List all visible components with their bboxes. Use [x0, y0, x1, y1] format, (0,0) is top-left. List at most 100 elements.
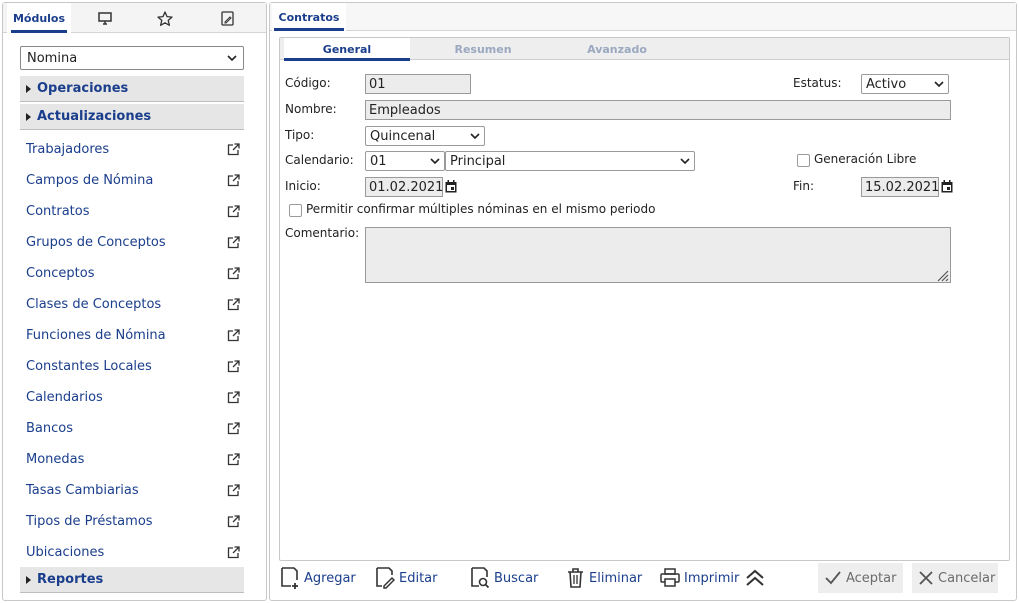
sidebar-item-label: Contratos — [26, 203, 90, 219]
generacion-libre-checkbox[interactable] — [797, 154, 810, 167]
cancelar-button[interactable]: Cancelar — [912, 563, 998, 593]
sidebar-item-monedas[interactable]: Monedas — [26, 448, 240, 470]
buscar-label: Buscar — [494, 570, 539, 586]
external-link-icon[interactable] — [227, 390, 240, 404]
sidebar-item-contratos[interactable]: Contratos — [26, 200, 240, 222]
check-icon — [824, 570, 842, 586]
imprimir-label: Imprimir — [684, 570, 740, 586]
right-tab-bar: Contratos — [270, 3, 1016, 31]
sidebar-item-label: Constantes Locales — [26, 358, 152, 374]
agregar-button[interactable]: Agregar — [280, 563, 356, 593]
external-link-icon[interactable] — [227, 359, 240, 373]
external-link-icon[interactable] — [227, 452, 240, 466]
subtab-resumen[interactable]: Resumen — [420, 38, 546, 60]
caret-right-icon — [26, 575, 31, 584]
sidebar-item-conceptos[interactable]: Conceptos — [26, 262, 240, 284]
trash-icon — [566, 567, 585, 589]
edit-document-icon — [375, 566, 395, 590]
tab-contratos-label: Contratos — [278, 10, 340, 24]
aceptar-button[interactable]: Aceptar — [818, 563, 903, 593]
fin-label: Fin: — [793, 179, 815, 193]
subtab-avanzado[interactable]: Avanzado — [554, 38, 680, 60]
group-reportes[interactable]: Reportes — [20, 567, 244, 593]
buscar-button[interactable]: Buscar — [470, 563, 538, 593]
group-operaciones-label: Operaciones — [37, 81, 129, 96]
sidebar-item-label: Grupos de Conceptos — [26, 234, 166, 250]
external-link-icon[interactable] — [227, 421, 240, 435]
group-operaciones[interactable]: Operaciones — [20, 76, 244, 102]
permitir-multiples-label: Permitir confirmar múltiples nóminas en … — [306, 202, 656, 216]
sidebar-item-calendarios[interactable]: Calendarios — [26, 386, 240, 408]
external-link-icon[interactable] — [227, 173, 240, 187]
sidebar-item-label: Campos de Nómina — [26, 172, 154, 188]
estatus-label: Estatus: — [793, 76, 842, 90]
tab-favoritos[interactable] — [147, 3, 183, 33]
tab-contratos[interactable]: Contratos — [272, 3, 346, 31]
sidebar-item-tasas-cambiarias[interactable]: Tasas Cambiarias — [26, 479, 240, 501]
tipo-select[interactable]: Quincenal — [365, 126, 485, 146]
sidebar-item-label: Monedas — [26, 451, 85, 467]
imprimir-button[interactable]: Imprimir — [660, 563, 739, 593]
editar-label: Editar — [399, 570, 438, 586]
external-link-icon[interactable] — [227, 204, 240, 218]
codigo-field[interactable]: 01 — [365, 74, 471, 94]
sidebar-item-tipos-de-prestamos[interactable]: Tipos de Préstamos — [26, 510, 240, 532]
subtab-general[interactable]: General — [284, 38, 410, 61]
external-link-icon[interactable] — [227, 235, 240, 249]
sidebar-item-ubicaciones[interactable]: Ubicaciones — [26, 541, 240, 563]
sidebar-item-grupos-de-conceptos[interactable]: Grupos de Conceptos — [26, 231, 240, 253]
external-link-icon[interactable] — [227, 545, 240, 559]
collapse-toolbar-button[interactable] — [745, 563, 765, 593]
comentario-textarea[interactable] — [365, 227, 951, 283]
tab-monitor[interactable] — [87, 3, 123, 33]
external-link-icon[interactable] — [227, 483, 240, 497]
external-link-icon[interactable] — [227, 142, 240, 156]
double-chevron-up-icon — [745, 569, 765, 587]
tab-herramientas[interactable] — [209, 3, 245, 33]
calendario-code-select[interactable]: 01 — [365, 151, 445, 171]
sidebar-item-label: Tasas Cambiarias — [26, 482, 139, 498]
sidebar-item-label: Funciones de Nómina — [26, 327, 166, 343]
calendar-icon[interactable] — [445, 180, 457, 197]
nombre-field[interactable]: Empleados — [365, 100, 951, 120]
external-link-icon[interactable] — [227, 328, 240, 342]
codigo-label: Código: — [285, 76, 331, 90]
sidebar-item-constantes-locales[interactable]: Constantes Locales — [26, 355, 240, 377]
star-icon — [157, 10, 173, 26]
calendario-label: Calendario: — [285, 153, 354, 167]
group-reportes-label: Reportes — [37, 572, 104, 587]
inicio-date-field[interactable]: 01.02.2021 — [365, 177, 443, 197]
sidebar-item-clases-de-conceptos[interactable]: Clases de Conceptos — [26, 293, 240, 315]
resize-handle-icon[interactable] — [935, 268, 949, 286]
module-select[interactable]: Nomina — [20, 46, 244, 70]
subtab-avanzado-label: Avanzado — [587, 42, 647, 56]
external-link-icon[interactable] — [227, 266, 240, 280]
sidebar-item-label: Clases de Conceptos — [26, 296, 162, 312]
sidebar-item-funciones-de-nomina[interactable]: Funciones de Nómina — [26, 324, 240, 346]
calendario-name-value: Principal — [450, 153, 506, 169]
eliminar-button[interactable]: Eliminar — [566, 563, 642, 593]
calendario-name-select[interactable]: Principal — [445, 151, 695, 171]
group-actualizaciones[interactable]: Actualizaciones — [20, 104, 244, 130]
sidebar-item-label: Bancos — [26, 420, 73, 436]
sidebar-item-bancos[interactable]: Bancos — [26, 417, 240, 439]
external-link-icon[interactable] — [227, 514, 240, 528]
tab-modulos[interactable]: Módulos — [7, 3, 71, 33]
fin-date-field[interactable]: 15.02.2021 — [861, 177, 939, 197]
sidebar-item-campos-de-nomina[interactable]: Campos de Nómina — [26, 169, 240, 191]
subtab-general-label: General — [322, 42, 372, 56]
close-icon — [918, 570, 934, 586]
inicio-label: Inicio: — [285, 179, 321, 193]
contract-form: General Resumen Avanzado Código: 01 Esta… — [279, 37, 1010, 561]
sidebar-item-label: Trabajadores — [26, 141, 110, 157]
estatus-select[interactable]: Activo — [861, 74, 949, 94]
calendar-icon[interactable] — [941, 180, 953, 197]
aceptar-label: Aceptar — [846, 570, 897, 586]
external-link-icon[interactable] — [227, 297, 240, 311]
permitir-multiples-checkbox[interactable] — [289, 204, 302, 217]
tipo-label: Tipo: — [285, 128, 315, 142]
cancelar-label: Cancelar — [938, 570, 996, 586]
editar-button[interactable]: Editar — [375, 563, 438, 593]
chevron-down-icon — [934, 80, 944, 88]
sidebar-item-trabajadores[interactable]: Trabajadores — [26, 138, 240, 160]
